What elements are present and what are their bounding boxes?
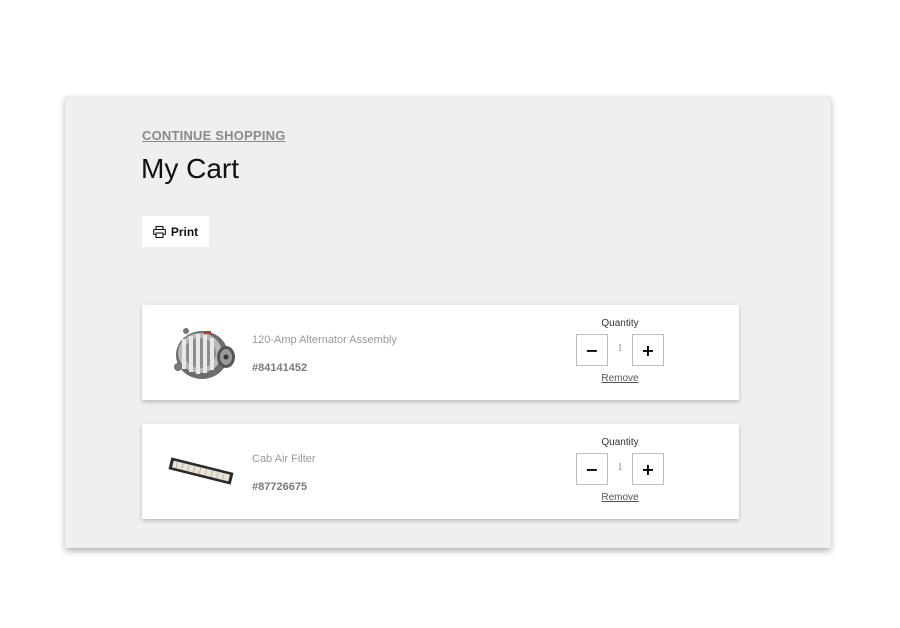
cart-panel: CONTINUE SHOPPING My Cart Print 120-Amp … [65,96,831,548]
item-sku: #87726675 [252,481,308,493]
printer-icon [152,225,166,238]
remove-link[interactable]: Remove [578,492,662,503]
minus-icon: − [585,459,599,479]
quantity-input[interactable] [608,343,632,354]
increase-quantity-button[interactable]: + [632,453,664,485]
cab-air-filter-image [164,438,238,504]
item-sku: #84141452 [252,362,308,374]
page-title: My Cart [141,153,239,184]
cart-item: 120-Amp Alternator Assembly #84141452 Qu… [142,305,739,400]
continue-shopping-link[interactable]: CONTINUE SHOPPING [142,128,286,143]
minus-icon: − [585,340,599,360]
increase-quantity-button[interactable]: + [632,334,664,366]
plus-icon: + [641,340,655,360]
cart-item: Cab Air Filter #87726675 Quantity − + Re… [142,424,739,519]
print-label: Print [170,224,199,239]
quantity-label: Quantity [601,318,639,329]
quantity-input[interactable] [608,462,632,473]
item-name[interactable]: Cab Air Filter [252,453,316,465]
alternator-image [164,319,238,385]
print-button[interactable]: Print [142,216,209,247]
quantity-label: Quantity [601,437,639,448]
plus-icon: + [641,459,655,479]
decrease-quantity-button[interactable]: − [576,453,608,485]
item-name[interactable]: 120-Amp Alternator Assembly [252,334,397,346]
decrease-quantity-button[interactable]: − [576,334,608,366]
remove-link[interactable]: Remove [578,373,662,384]
